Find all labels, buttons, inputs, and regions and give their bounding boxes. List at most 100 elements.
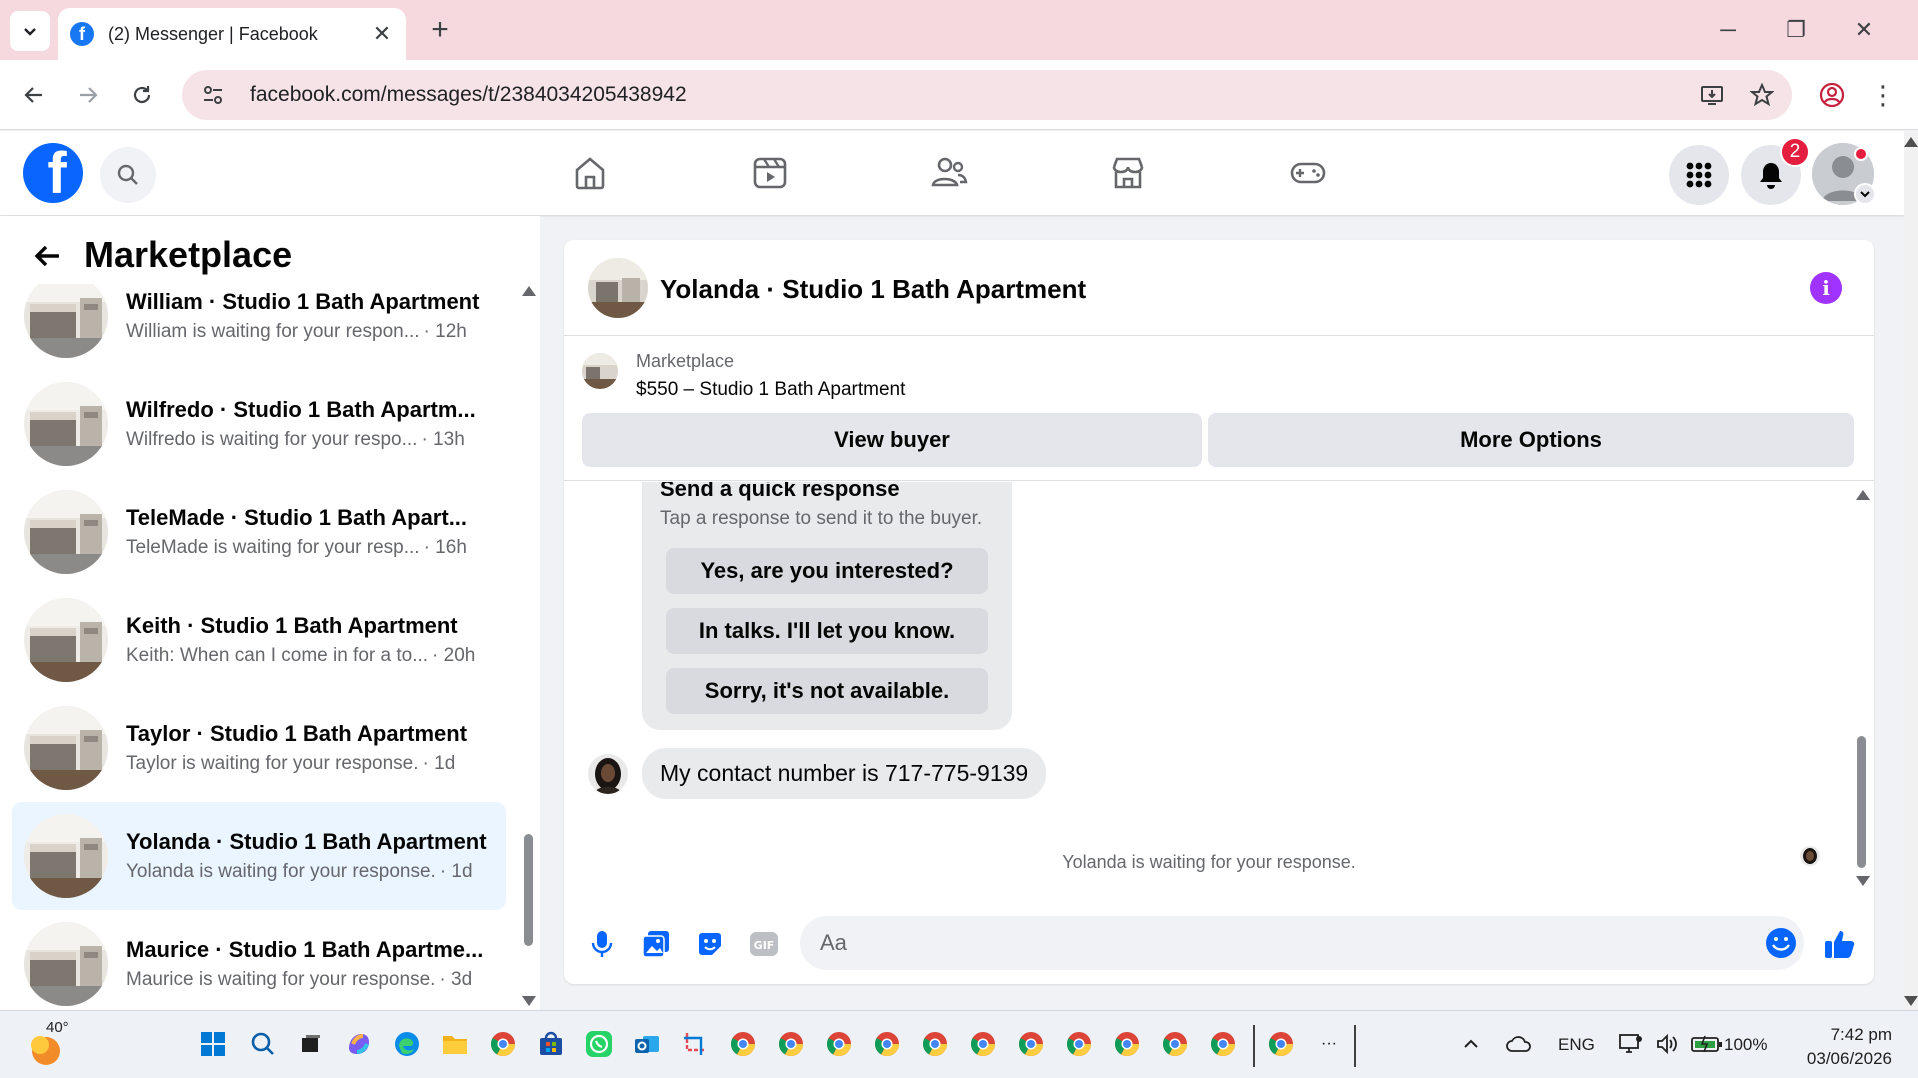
chrome-icon (1114, 1032, 1139, 1057)
task-view-button[interactable] (294, 1027, 328, 1061)
new-tab-button[interactable]: + (424, 13, 456, 46)
message-input[interactable]: Aa (800, 916, 1804, 970)
account-chevron-down-icon[interactable] (1854, 183, 1876, 205)
conversation-item[interactable]: Taylor · Studio 1 Bath Apartment Taylor i… (12, 694, 506, 802)
sender-avatar[interactable] (588, 753, 628, 794)
conversation-item[interactable]: Yolanda · Studio 1 Bath Apartment Yolanda… (12, 802, 506, 910)
quick-response-button[interactable]: Yes, are you interested? (666, 548, 988, 594)
scrollbar-thumb[interactable] (524, 834, 533, 946)
scrollbar-thumb[interactable] (1857, 736, 1866, 868)
tab-close-button[interactable]: ✕ (370, 21, 394, 47)
conversation-item[interactable]: Maurice · Studio 1 Bath Apartme... Mauric… (12, 910, 506, 1008)
chat-title[interactable]: Yolanda · Studio 1 Bath Apartment (660, 274, 1086, 305)
chrome-app[interactable] (1062, 1027, 1096, 1061)
whatsapp-app[interactable] (582, 1027, 616, 1061)
tab-search-button[interactable] (10, 11, 50, 51)
sticker-button[interactable] (690, 924, 730, 964)
conversation-item[interactable]: William · Studio 1 Bath Apartment William… (12, 284, 506, 370)
store-app[interactable] (534, 1027, 568, 1061)
start-button[interactable] (196, 1027, 230, 1061)
close-window-button[interactable]: ✕ (1844, 12, 1884, 48)
taskbar-search-button[interactable] (246, 1027, 280, 1061)
forward-button[interactable] (70, 77, 106, 113)
listing-price-title[interactable]: $550 – Studio 1 Bath Apartment (636, 379, 905, 401)
facebook-favicon-icon: f (70, 22, 94, 46)
scroll-down-arrow-icon[interactable] (1856, 876, 1870, 886)
sidebar-scrollbar[interactable] (520, 284, 536, 1010)
attach-photo-button[interactable] (636, 924, 676, 964)
chrome-app[interactable] (486, 1027, 520, 1061)
chat-listing-avatar[interactable] (588, 258, 648, 318)
system-clock[interactable]: 7:42 pm 03/06/2026 (1796, 1023, 1892, 1071)
browser-profile-icon[interactable] (1814, 77, 1850, 113)
back-button[interactable] (16, 77, 52, 113)
address-bar[interactable]: facebook.com/messages/t/2384034205438942 (182, 70, 1792, 120)
facebook-search-button[interactable] (100, 147, 156, 203)
snipping-tool-app[interactable] (678, 1027, 712, 1061)
bookmark-star-icon[interactable] (1742, 75, 1782, 115)
chrome-app[interactable] (918, 1027, 952, 1061)
taskbar-overflow-button[interactable]: ··· (1312, 1027, 1346, 1061)
scroll-up-arrow-icon[interactable] (522, 286, 536, 296)
install-app-icon[interactable] (1692, 75, 1732, 115)
gif-button[interactable]: GIF (744, 924, 784, 964)
chrome-app[interactable] (1206, 1027, 1240, 1061)
back-arrow-button[interactable] (28, 236, 68, 276)
like-button[interactable] (1820, 924, 1860, 964)
chrome-app[interactable] (870, 1027, 904, 1061)
chrome-app[interactable] (1110, 1027, 1144, 1061)
nav-home[interactable] (560, 151, 620, 195)
conversation-item[interactable]: Keith · Studio 1 Bath Apartment Keith: Wh… (12, 586, 506, 694)
scroll-down-arrow-icon[interactable] (522, 996, 536, 1006)
chrome-app[interactable] (726, 1027, 760, 1061)
chrome-icon (1162, 1032, 1187, 1057)
browser-tab[interactable]: f (2) Messenger | Facebook ✕ (58, 8, 406, 60)
message-bubble[interactable]: My contact number is 717-775-9139 (642, 748, 1047, 799)
nav-marketplace[interactable] (1098, 151, 1158, 195)
listing-thumbnail[interactable] (582, 353, 618, 389)
conversation-item[interactable]: Wilfredo · Studio 1 Bath Apartm... Wilfre… (12, 370, 506, 478)
voice-clip-button[interactable] (582, 924, 622, 964)
outlook-app[interactable] (630, 1027, 664, 1061)
more-options-button[interactable]: More Options (1208, 413, 1854, 467)
info-icon[interactable]: i (1810, 272, 1842, 304)
restore-button[interactable]: ❐ (1776, 12, 1816, 48)
chrome-app[interactable] (1264, 1027, 1298, 1061)
scroll-down-arrow-icon[interactable] (1904, 996, 1918, 1006)
quick-response-button[interactable]: In talks. I'll let you know. (666, 608, 988, 654)
edge-app[interactable] (390, 1027, 424, 1061)
menu-button[interactable] (1669, 145, 1729, 205)
chrome-app[interactable] (1014, 1027, 1048, 1061)
thread-scrollbar[interactable] (1854, 488, 1870, 890)
battery-tray[interactable] (1690, 1027, 1724, 1061)
facebook-logo-icon[interactable]: f (23, 143, 83, 203)
chrome-app[interactable] (822, 1027, 856, 1061)
windows-logo-icon (201, 1032, 225, 1056)
minimize-button[interactable]: ─ (1708, 12, 1748, 48)
nav-friends[interactable] (919, 151, 979, 195)
onedrive-tray[interactable] (1502, 1027, 1536, 1061)
url-text[interactable]: facebook.com/messages/t/2384034205438942 (250, 83, 1692, 107)
view-buyer-button[interactable]: View buyer (582, 413, 1202, 467)
site-info-icon[interactable] (196, 78, 230, 112)
language-indicator[interactable]: ENG (1558, 1035, 1595, 1055)
file-explorer-app[interactable] (438, 1027, 472, 1061)
network-tray[interactable] (1614, 1027, 1648, 1061)
conversation-item[interactable]: TeleMade · Studio 1 Bath Apart... TeleMad… (12, 478, 506, 586)
reload-button[interactable] (124, 77, 160, 113)
quick-response-button[interactable]: Sorry, it's not available. (666, 668, 988, 714)
nav-gaming[interactable] (1278, 151, 1338, 195)
page-scrollbar[interactable] (1904, 131, 1918, 1010)
scroll-up-arrow-icon[interactable] (1904, 137, 1918, 147)
browser-menu-icon[interactable]: ⋮ (1868, 77, 1898, 113)
show-hidden-icons-button[interactable] (1454, 1027, 1488, 1061)
nav-video[interactable] (740, 151, 800, 195)
chrome-app[interactable] (1158, 1027, 1192, 1061)
scroll-up-arrow-icon[interactable] (1856, 490, 1870, 500)
volume-tray[interactable] (1650, 1027, 1684, 1061)
emoji-button[interactable] (1764, 926, 1798, 960)
chrome-app[interactable] (966, 1027, 1000, 1061)
copilot-app[interactable] (342, 1027, 376, 1061)
chrome-app[interactable] (774, 1027, 808, 1061)
battery-percentage: 100% (1724, 1035, 1768, 1054)
